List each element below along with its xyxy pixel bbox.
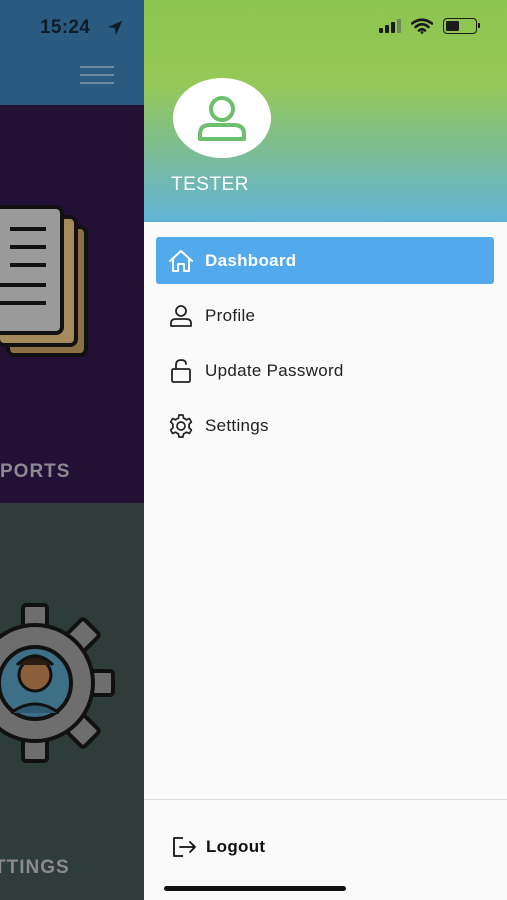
logout-label: Logout: [206, 837, 266, 856]
drawer-header: TESTER: [144, 0, 507, 222]
user-avatar-icon: [198, 96, 246, 141]
menu-item-dashboard[interactable]: Dashboard: [156, 237, 494, 284]
avatar[interactable]: [173, 78, 271, 158]
gear-icon: [167, 412, 195, 440]
menu-item-update-password[interactable]: Update Password: [156, 347, 494, 394]
menu-item-profile[interactable]: Profile: [156, 292, 494, 339]
reports-card[interactable]: PORTS: [0, 105, 144, 503]
menu-item-label: Settings: [205, 415, 269, 435]
status-icons: [379, 18, 480, 34]
reports-card-label: PORTS: [0, 461, 71, 482]
menu-item-label: Dashboard: [205, 250, 297, 270]
menu-item-settings[interactable]: Settings: [156, 402, 494, 449]
drawer-menu: Dashboard Profile Update Password Settin…: [156, 237, 494, 457]
wifi-icon: [411, 18, 433, 34]
logout-button[interactable]: Logout: [170, 833, 265, 861]
cellular-signal-icon: [379, 19, 401, 33]
home-indicator[interactable]: [164, 886, 346, 891]
menu-item-label: Update Password: [205, 360, 344, 380]
battery-icon: [443, 18, 480, 34]
hamburger-menu-icon[interactable]: [80, 66, 114, 84]
settings-card-label: TTINGS: [0, 857, 70, 878]
navigation-drawer: TESTER Dashboard Profile Update Password…: [144, 0, 507, 900]
logout-icon: [170, 833, 198, 861]
document-stack-icon: [0, 205, 88, 357]
location-arrow-icon: [107, 20, 123, 36]
status-time: 15:24: [40, 17, 91, 38]
home-icon: [167, 247, 195, 275]
footer-divider: [144, 799, 507, 800]
menu-item-label: Profile: [205, 305, 256, 325]
background-app: 15:24 PORTS TTINGS: [0, 0, 144, 900]
settings-card[interactable]: TTINGS: [0, 503, 144, 900]
user-icon: [167, 302, 195, 330]
username: TESTER: [171, 174, 249, 195]
unlock-icon: [167, 357, 195, 385]
background-header: 15:24: [0, 0, 144, 105]
gear-person-icon: [0, 603, 115, 763]
